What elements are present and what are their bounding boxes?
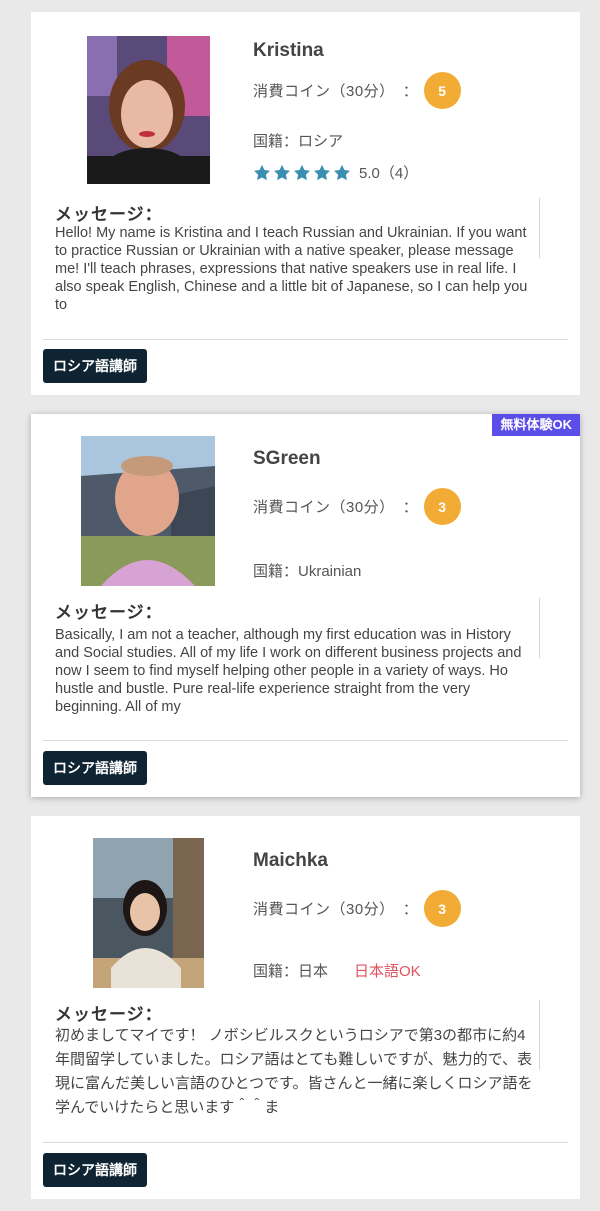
star-icon bbox=[254, 164, 270, 180]
coin-badge: 3 bbox=[423, 488, 461, 525]
nationality: 国籍：日本 bbox=[253, 963, 329, 980]
nationality: 国籍：ロシア bbox=[253, 133, 344, 150]
star-icon bbox=[334, 164, 350, 180]
card-divider bbox=[43, 740, 568, 741]
card-divider bbox=[43, 1142, 568, 1143]
star-icon bbox=[314, 164, 330, 180]
tutor-list: Kristina 消費コイン（30分） ： 5 国籍：ロシア 5.0（4） メッ… bbox=[0, 0, 600, 1211]
tutor-name[interactable]: SGreen bbox=[253, 448, 321, 470]
nationality-row: 国籍：ロシア bbox=[253, 130, 343, 151]
japanese-ok-label: 日本語OK bbox=[354, 963, 421, 980]
teacher-tag[interactable]: ロシア語講師 bbox=[43, 1153, 147, 1187]
message-scrollbar[interactable] bbox=[539, 1000, 540, 1070]
coin-cost-row: 消費コイン（30分） ： 3 bbox=[253, 488, 461, 525]
rating-row: 5.0（4） bbox=[253, 162, 418, 183]
coin-cost-row: 消費コイン（30分） ： 3 bbox=[253, 890, 461, 927]
tutor-name[interactable]: Kristina bbox=[253, 40, 324, 62]
tutor-name[interactable]: Maichka bbox=[253, 850, 328, 872]
nationality: 国籍：Ukrainian bbox=[253, 563, 362, 580]
coin-cost-label: 消費コイン（30分） bbox=[253, 499, 395, 516]
free-trial-badge: 無料体験OK bbox=[492, 414, 580, 436]
star-icon bbox=[274, 164, 290, 180]
message-title: メッセージ： bbox=[55, 1005, 163, 1024]
nationality-row: 国籍：日本 日本語OK bbox=[253, 960, 421, 981]
message-text: Basically, I am not a teacher, although … bbox=[55, 627, 522, 715]
tutor-photo[interactable] bbox=[81, 436, 215, 586]
rating-value: 5.0（4） bbox=[359, 165, 419, 182]
message-title: メッセージ： bbox=[55, 603, 163, 622]
card-divider bbox=[43, 339, 568, 340]
coin-separator: ： bbox=[402, 499, 418, 516]
coin-cost-label: 消費コイン（30分） bbox=[253, 83, 395, 100]
coin-badge: 5 bbox=[423, 72, 461, 109]
tutor-card-kristina[interactable]: Kristina 消費コイン（30分） ： 5 国籍：ロシア 5.0（4） メッ… bbox=[31, 12, 580, 395]
message-text: 初めましてマイです！ ノボシビルスクというロシアで第3の都市に約4年間留学してい… bbox=[55, 1027, 533, 1116]
coin-cost-row: 消費コイン（30分） ： 5 bbox=[253, 72, 461, 109]
coin-separator: ： bbox=[402, 901, 418, 918]
message-scrollbar[interactable] bbox=[539, 198, 540, 258]
rating-stars bbox=[253, 164, 351, 182]
tutor-card-maichka[interactable]: Maichka 消費コイン（30分） ： 3 国籍：日本 日本語OK メッセージ… bbox=[31, 816, 580, 1199]
coin-badge: 3 bbox=[423, 890, 461, 927]
message-title: メッセージ： bbox=[55, 205, 163, 224]
tutor-photo[interactable] bbox=[87, 36, 210, 184]
teacher-tag[interactable]: ロシア語講師 bbox=[43, 751, 147, 785]
message-scrollbar[interactable] bbox=[539, 598, 540, 658]
message-text: Hello! My name is Kristina and I teach R… bbox=[55, 225, 528, 313]
star-icon bbox=[294, 164, 310, 180]
coin-cost-label: 消費コイン（30分） bbox=[253, 901, 395, 918]
teacher-tag[interactable]: ロシア語講師 bbox=[43, 349, 147, 383]
tutor-photo[interactable] bbox=[93, 838, 204, 988]
coin-separator: ： bbox=[402, 83, 418, 100]
tutor-card-sgreen[interactable]: 無料体験OK SGreen 消費コイン（30分） ： 3 国籍：Ukrainia… bbox=[31, 414, 580, 797]
nationality-row: 国籍：Ukrainian bbox=[253, 560, 361, 581]
